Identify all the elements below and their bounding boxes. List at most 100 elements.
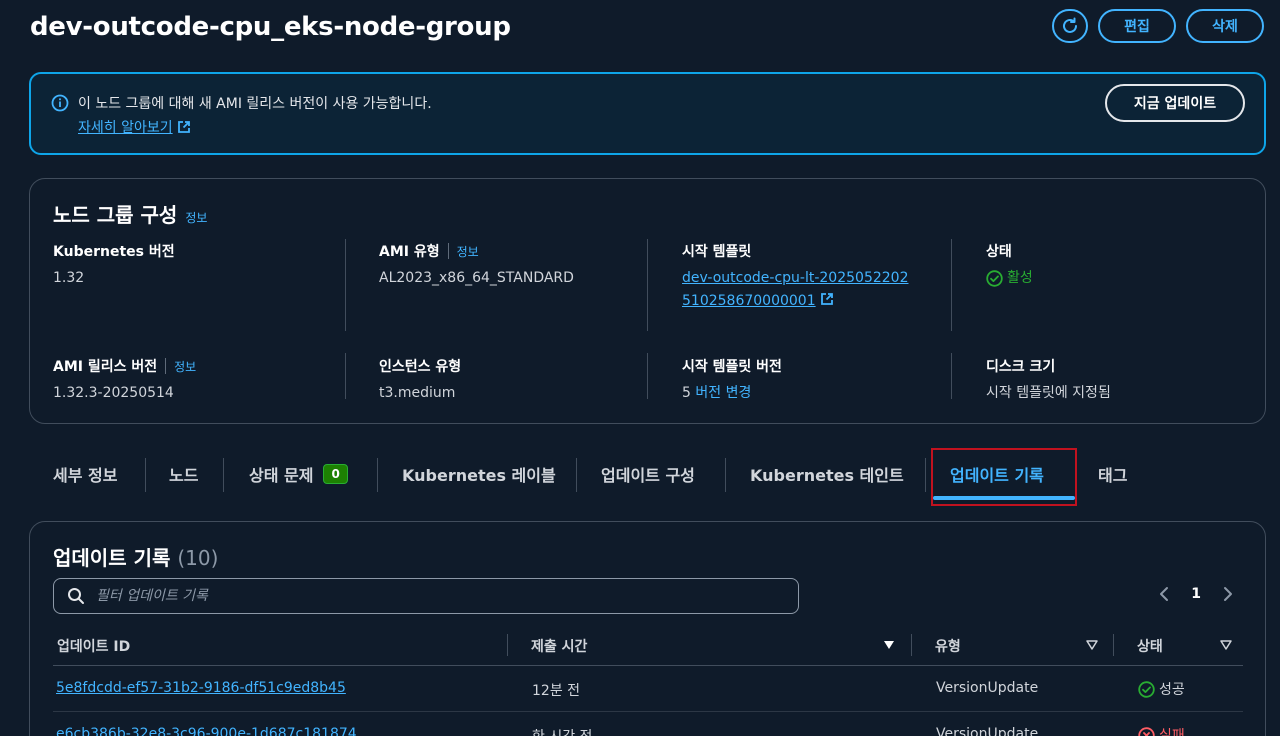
tab-kubernetes-taints[interactable]: Kubernetes 테인트	[750, 462, 904, 486]
highlight-box	[931, 448, 1077, 506]
update-id-link[interactable]: e6cb386b-32e8-3c96-900e-1d687c181874	[56, 726, 357, 736]
history-count: (10)	[177, 546, 219, 570]
delete-button[interactable]: 삭제	[1186, 9, 1264, 43]
status-value: 활성	[986, 267, 1033, 290]
tab-details[interactable]: 세부 정보	[53, 462, 117, 486]
config-title: 노드 그룹 구성 정보	[53, 199, 207, 228]
sort-icon[interactable]	[1086, 640, 1098, 650]
pagination: 1	[1159, 586, 1233, 602]
tab-label: 노드	[169, 466, 199, 485]
update-history-card: 업데이트 기록 (10) 1 업데이트 ID 제출 시간 유형	[29, 521, 1266, 736]
node-group-config-card: 노드 그룹 구성 정보 Kubernetes 버전 1.32 AMI 유형 정보…	[29, 178, 1266, 424]
launch-template-link[interactable]: dev-outcode-cpu-lt-202505220251025867000…	[682, 270, 908, 309]
disk-size-field: 디스크 크기 시작 템플릿에 지정됨	[986, 356, 1111, 405]
sort-desc-icon[interactable]	[883, 640, 895, 650]
update-history-table: 업데이트 ID 제출 시간 유형 상태 5e8fdcdd-ef57-31b2-9…	[53, 628, 1243, 736]
ami-release-info-link[interactable]: 정보	[174, 358, 196, 375]
tab-label: 세부 정보	[53, 466, 118, 485]
tab-divider	[725, 458, 726, 492]
error-icon	[1138, 726, 1155, 736]
history-filter	[53, 578, 799, 614]
tab-label: 태그	[1098, 466, 1128, 485]
column-resizer[interactable]	[507, 634, 508, 656]
label-separator	[447, 243, 449, 259]
ami-type-label-text: AMI 유형	[379, 244, 440, 260]
change-version-link[interactable]: 버전 변경	[695, 385, 751, 401]
tab-divider	[223, 458, 224, 492]
lt-version-number: 5	[682, 385, 691, 401]
learn-more-link[interactable]: 자세히 알아보기	[78, 117, 191, 137]
k8s-version-label: Kubernetes 버전	[53, 244, 175, 260]
refresh-icon	[1063, 17, 1077, 33]
col-type[interactable]: 유형	[935, 636, 961, 656]
col-submitted-time[interactable]: 제출 시간	[531, 636, 587, 656]
column-resizer[interactable]	[1113, 634, 1114, 656]
col-update-id[interactable]: 업데이트 ID	[57, 636, 130, 656]
ami-release-field: AMI 릴리스 버전 정보 1.32.3-20250514	[53, 356, 196, 405]
tab-update-config[interactable]: 업데이트 구성	[601, 462, 695, 486]
update-status: 실패	[1138, 725, 1185, 736]
table-row: e6cb386b-32e8-3c96-900e-1d687c181874 한 시…	[53, 712, 1243, 736]
external-link-icon	[821, 293, 833, 305]
label-separator	[165, 358, 167, 374]
status-text: 실패	[1159, 728, 1185, 736]
divider	[345, 353, 346, 399]
divider	[647, 353, 648, 399]
ami-release-label-text: AMI 릴리스 버전	[53, 359, 158, 375]
history-title: 업데이트 기록 (10)	[53, 542, 218, 571]
config-info-link[interactable]: 정보	[185, 209, 207, 226]
status-field: 상태 활성	[986, 241, 1033, 290]
config-title-text: 노드 그룹 구성	[53, 203, 178, 227]
tab-divider	[925, 458, 926, 492]
tab-label: Kubernetes 테인트	[750, 466, 904, 485]
table-row: 5e8fdcdd-ef57-31b2-9186-df51c9ed8b45 12분…	[53, 666, 1243, 712]
update-id-link[interactable]: 5e8fdcdd-ef57-31b2-9186-df51c9ed8b45	[56, 680, 346, 696]
column-resizer[interactable]	[911, 634, 912, 656]
instance-type-label: 인스턴스 유형	[379, 359, 462, 375]
success-icon	[986, 270, 1003, 287]
col-status[interactable]: 상태	[1137, 636, 1163, 656]
sort-icon[interactable]	[1220, 640, 1232, 650]
ami-type-label: AMI 유형 정보	[379, 241, 574, 261]
success-icon	[1138, 680, 1155, 698]
external-link-icon	[177, 121, 190, 133]
history-search-input[interactable]	[96, 579, 786, 613]
page-header: dev-outcode-cpu_eks-node-group 편집 삭제	[30, 8, 1264, 48]
submitted-time: 12분 전	[532, 683, 581, 699]
divider	[345, 239, 346, 331]
health-issues-count-badge: 0	[323, 464, 348, 484]
submitted-time: 한 시간 전	[532, 726, 592, 736]
banner-message: 이 노드 그룹에 대해 새 AMI 릴리스 버전이 사용 가능합니다.	[78, 96, 432, 112]
k8s-version-field: Kubernetes 버전 1.32	[53, 241, 175, 290]
tab-label: Kubernetes 레이블	[402, 466, 556, 485]
tab-kubernetes-labels[interactable]: Kubernetes 레이블	[402, 462, 556, 486]
disk-size-label: 디스크 크기	[986, 359, 1056, 375]
update-status: 성공	[1138, 679, 1185, 699]
launch-template-field: 시작 템플릿 dev-outcode-cpu-lt-20250522025102…	[682, 241, 914, 313]
refresh-button[interactable]	[1052, 9, 1088, 43]
ami-type-info-link[interactable]: 정보	[457, 243, 479, 260]
lt-version-field: 시작 템플릿 버전 5 버전 변경	[682, 356, 782, 405]
tab-divider	[576, 458, 577, 492]
edit-button[interactable]: 편집	[1098, 9, 1176, 43]
tab-nodes[interactable]: 노드	[169, 462, 198, 486]
tab-tags[interactable]: 태그	[1098, 462, 1127, 486]
search-icon	[68, 588, 84, 604]
instance-type-field: 인스턴스 유형 t3.medium	[379, 356, 461, 405]
chevron-right-icon[interactable]	[1223, 586, 1233, 602]
ami-release-value: 1.32.3-20250514	[53, 385, 174, 401]
launch-template-value: dev-outcode-cpu-lt-202505220251025867000…	[682, 267, 914, 313]
chevron-left-icon[interactable]	[1159, 586, 1169, 602]
current-page[interactable]: 1	[1191, 586, 1201, 602]
lt-version-label: 시작 템플릿 버전	[682, 359, 782, 375]
header-actions: 편집 삭제	[1052, 9, 1264, 43]
lt-version-value: 5 버전 변경	[682, 382, 782, 405]
ami-type-field: AMI 유형 정보 AL2023_x86_64_STANDARD	[379, 241, 574, 290]
tab-health-issues[interactable]: 상태 문제 0	[249, 462, 348, 486]
learn-more-label: 자세히 알아보기	[78, 120, 173, 136]
update-type: VersionUpdate	[936, 680, 1039, 696]
tab-label: 업데이트 구성	[601, 466, 695, 485]
tab-divider	[377, 458, 378, 492]
update-type: VersionUpdate	[936, 726, 1039, 736]
update-now-button[interactable]: 지금 업데이트	[1105, 84, 1245, 122]
